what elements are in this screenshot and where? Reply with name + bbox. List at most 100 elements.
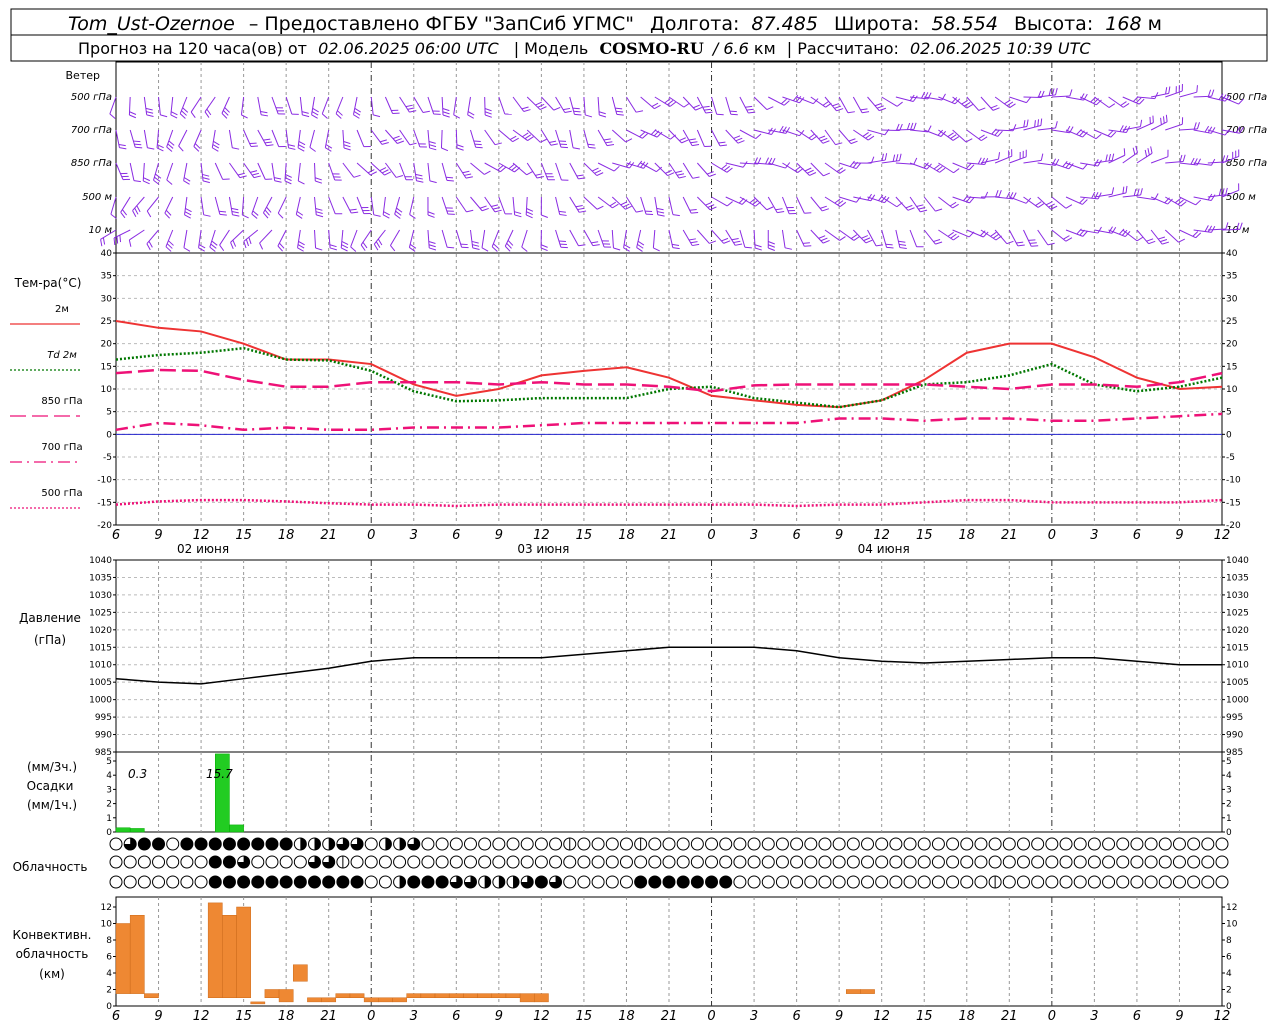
wind-barb-flag [916, 204, 924, 207]
hour-label-bottom: 12 [533, 1009, 550, 1024]
cloud-fill-full [180, 838, 193, 850]
hour-label-bottom: 15 [576, 1009, 593, 1024]
wind-barb-staff [413, 96, 424, 113]
wind-barb-flag [370, 171, 377, 176]
cloud-circle [1116, 855, 1130, 869]
wind-barb-flag [651, 102, 659, 108]
cloud-symbol [1158, 875, 1172, 889]
wind-barb-flag [133, 180, 141, 183]
cloud-symbol [931, 855, 945, 869]
wind-barb [697, 196, 717, 211]
precip-ytick-right: 4 [1226, 771, 1232, 781]
wind-barb [881, 229, 894, 249]
cloud-symbol [931, 837, 945, 851]
wind-barb-staff [1008, 229, 1019, 247]
wind-barb-flag [274, 177, 282, 180]
wind-barb-flag [639, 131, 646, 138]
cloud-circle [960, 855, 974, 869]
wind-barb-staff [555, 196, 561, 215]
wind-barb-flag [178, 145, 184, 152]
wind-barb-staff [277, 229, 287, 247]
wind-barb [183, 162, 191, 185]
press-ytick-right: 1015 [1226, 643, 1249, 653]
wind-barb [356, 129, 371, 148]
wind-barb-flag [879, 107, 886, 112]
cloud-symbol [634, 875, 648, 889]
wind-barb [284, 162, 292, 185]
wind-barb [1193, 193, 1216, 202]
wind-barb-staff [120, 196, 131, 213]
cloud-fill-full [351, 876, 364, 888]
cloud-circle [832, 855, 846, 869]
wind-barb-flag [514, 214, 522, 218]
cloud-symbol [832, 855, 846, 869]
wind-barb-flag [441, 147, 449, 152]
wind-barb-flag [381, 141, 389, 145]
wind-barb [230, 229, 244, 250]
cloud-circle [1187, 855, 1201, 869]
cloud-symbol [634, 837, 648, 851]
wind-barb-flag [808, 133, 815, 139]
wind-barb-flag [524, 134, 532, 140]
wind-barb-staff [796, 129, 812, 141]
cloud-circle [676, 837, 690, 851]
cloud-symbol [194, 875, 208, 889]
cloud-symbol [407, 837, 421, 851]
conv-bar [406, 993, 422, 998]
wind-barb-flag [379, 139, 387, 143]
cloud-symbol [577, 875, 591, 889]
hour-label-bottom: 6 [792, 1009, 800, 1024]
conv-title-1: Конвективн. [13, 928, 92, 942]
precip-ytick-right: 0 [1226, 828, 1232, 838]
cloud-circle [861, 875, 875, 889]
cloud-symbol [393, 855, 407, 869]
conv-bar [505, 993, 521, 998]
cloud-circle [152, 855, 166, 869]
hour-label-bottom: 9 [1175, 1009, 1183, 1024]
hour-label-bottom: 21 [1001, 1009, 1018, 1024]
wind-barb [853, 193, 876, 202]
wind-barb-staff [555, 229, 562, 248]
wind-barb-staff [243, 162, 255, 178]
wind-barb [484, 162, 507, 173]
wind-barb-flag [804, 167, 812, 172]
wind-barb-flag [688, 238, 696, 241]
cloud-circle [719, 855, 733, 869]
wind-barb-flag [1147, 148, 1150, 156]
wind-barb [164, 196, 174, 219]
temp-ytick-left: 30 [101, 294, 113, 304]
wind-barb-flag [456, 144, 464, 148]
press-ytick-left: 1020 [89, 626, 112, 636]
press-ytick-left: 1010 [89, 661, 112, 671]
hour-label: 9 [495, 528, 503, 543]
legend-label-4: 500 гПа [41, 488, 82, 499]
wind-barb-staff [271, 129, 280, 147]
wind-barb-flag [465, 176, 473, 179]
wind-barb-flag [1029, 242, 1037, 244]
wind-barb [257, 162, 273, 180]
wind-barb-flag [135, 146, 143, 149]
alt-unit: м [1148, 13, 1162, 35]
wind-barb-flag [702, 105, 710, 108]
wind-barb [1150, 196, 1173, 205]
wind-barb [1108, 185, 1128, 198]
wind-barb [909, 196, 928, 213]
cloud-fill-half [399, 876, 406, 888]
wind-barb-flag [253, 175, 261, 179]
wind-barb-flag [302, 114, 310, 118]
wind-barb-staff [259, 229, 273, 244]
hour-label: 3 [750, 528, 758, 543]
cloud-symbol [1016, 855, 1030, 869]
cloud-circle [903, 837, 917, 851]
wind-barb-staff [356, 129, 365, 147]
cloud-circle [775, 837, 789, 851]
legend-label-1: Td 2м [47, 350, 77, 361]
wind-barb-flag [395, 138, 402, 142]
wind-barb-flag [884, 153, 888, 161]
wind-barb-flag [1026, 119, 1029, 127]
cloud-circle [705, 837, 719, 851]
temp-ytick-right: 15 [1226, 362, 1237, 372]
hour-label-bottom: 21 [320, 1009, 337, 1024]
wind-barb-flag [1037, 119, 1040, 127]
wind-barb-flag [1182, 154, 1186, 162]
